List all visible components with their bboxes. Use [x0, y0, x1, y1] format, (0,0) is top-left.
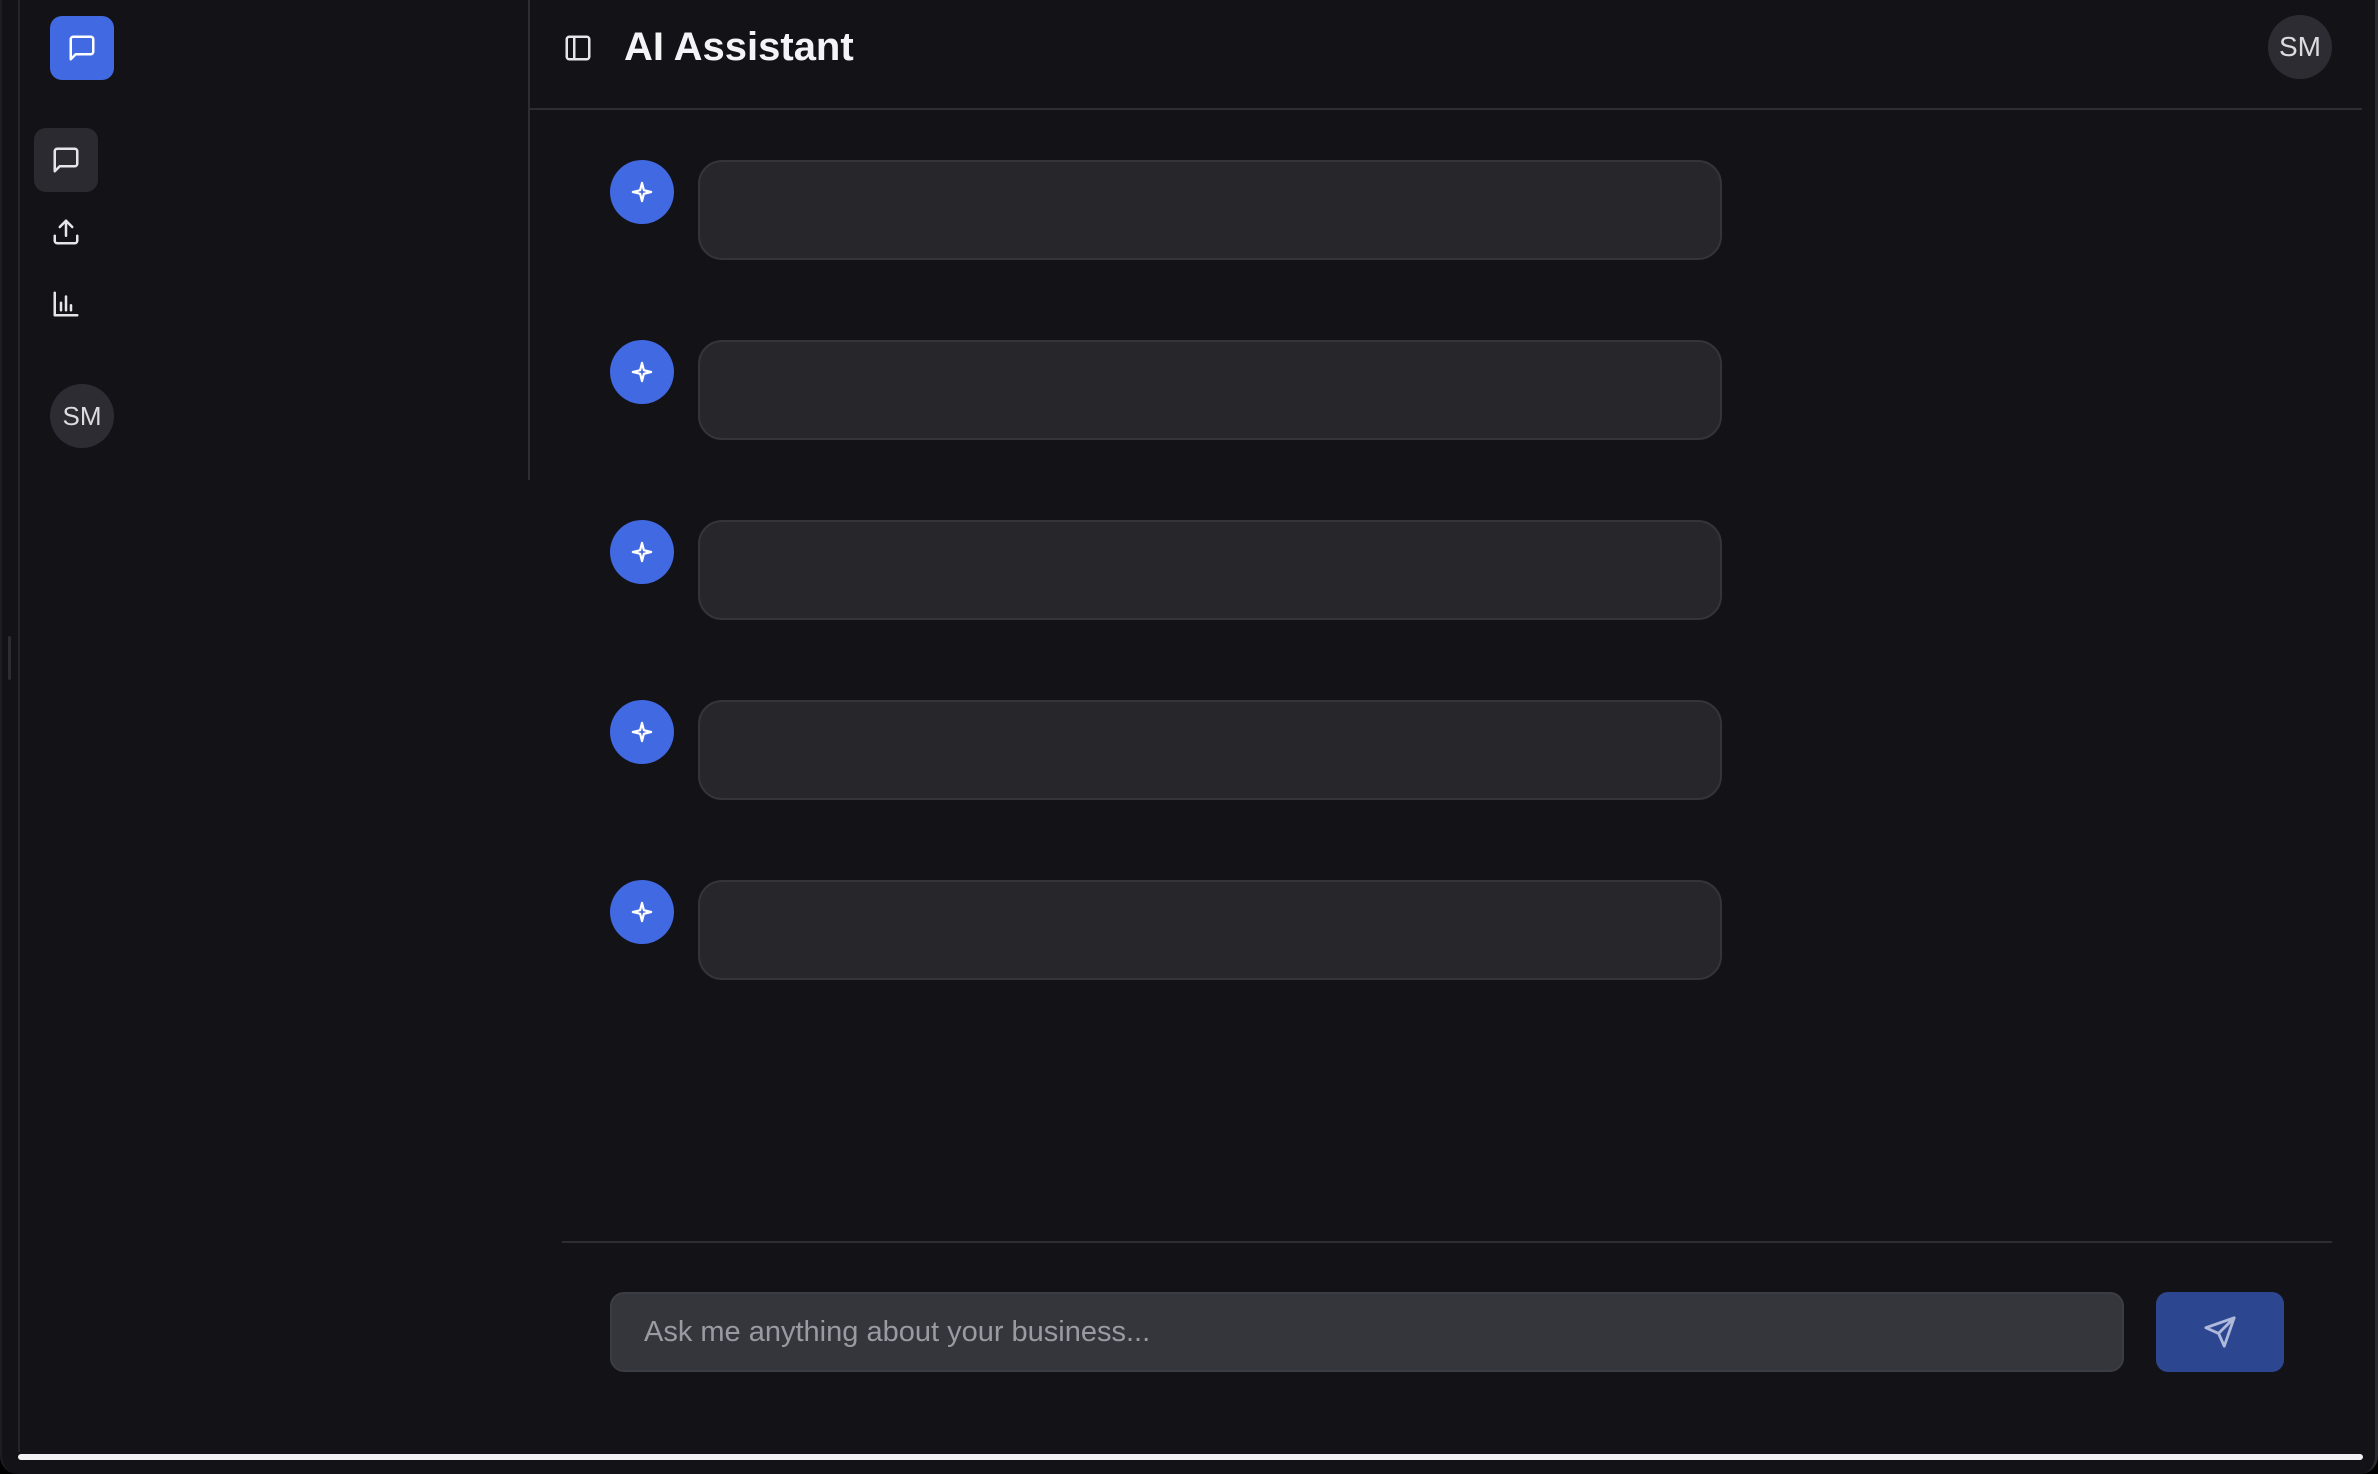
- sparkle-icon: [631, 361, 653, 383]
- page-title: AI Assistant: [624, 25, 854, 69]
- header-avatar[interactable]: SM: [2268, 15, 2332, 79]
- message-square-icon: [69, 35, 95, 61]
- assistant-avatar: [610, 880, 674, 944]
- bar-chart-icon: [53, 291, 79, 317]
- message-row: [610, 520, 1722, 620]
- sparkle-icon: [631, 181, 653, 203]
- app-logo[interactable]: [50, 16, 114, 80]
- sidebar-item-analytics[interactable]: [34, 272, 98, 336]
- assistant-avatar: [610, 700, 674, 764]
- sidebar: SM: [20, 0, 528, 1452]
- message-bubble-placeholder: [698, 160, 1722, 260]
- header: AI Assistant SM: [530, 0, 2362, 110]
- message-bubble-placeholder: [698, 700, 1722, 800]
- sparkle-icon: [631, 901, 653, 923]
- send-icon: [2204, 1316, 2236, 1348]
- sidebar-toggle-button[interactable]: [560, 30, 596, 66]
- assistant-avatar: [610, 520, 674, 584]
- sidebar-item-upload[interactable]: [34, 200, 98, 264]
- avatar-initials: SM: [2279, 31, 2321, 62]
- panel-left-icon: [565, 35, 591, 61]
- chat-input[interactable]: [610, 1292, 2124, 1372]
- upload-icon: [53, 219, 79, 245]
- user-avatar[interactable]: SM: [50, 384, 114, 448]
- app-window: SM AI Assistant SM: [0, 0, 2378, 1474]
- message-bubble-placeholder: [698, 520, 1722, 620]
- window-bottom-bar: [18, 1454, 2363, 1460]
- sparkle-icon: [631, 721, 653, 743]
- message-bubble-placeholder: [698, 880, 1722, 980]
- message-row: [610, 160, 1722, 260]
- message-row: [610, 340, 1722, 440]
- avatar-initials: SM: [62, 400, 102, 431]
- chat-icon: [53, 147, 79, 173]
- message-row: [610, 880, 1722, 980]
- sidebar-item-chat[interactable]: [34, 128, 98, 192]
- message-bubble-placeholder: [698, 340, 1722, 440]
- composer-divider: [562, 1241, 2332, 1243]
- assistant-avatar: [610, 160, 674, 224]
- sparkle-icon: [631, 541, 653, 563]
- message-row: [610, 700, 1722, 800]
- send-button[interactable]: [2156, 1292, 2284, 1372]
- assistant-avatar: [610, 340, 674, 404]
- resize-handle[interactable]: [8, 636, 11, 680]
